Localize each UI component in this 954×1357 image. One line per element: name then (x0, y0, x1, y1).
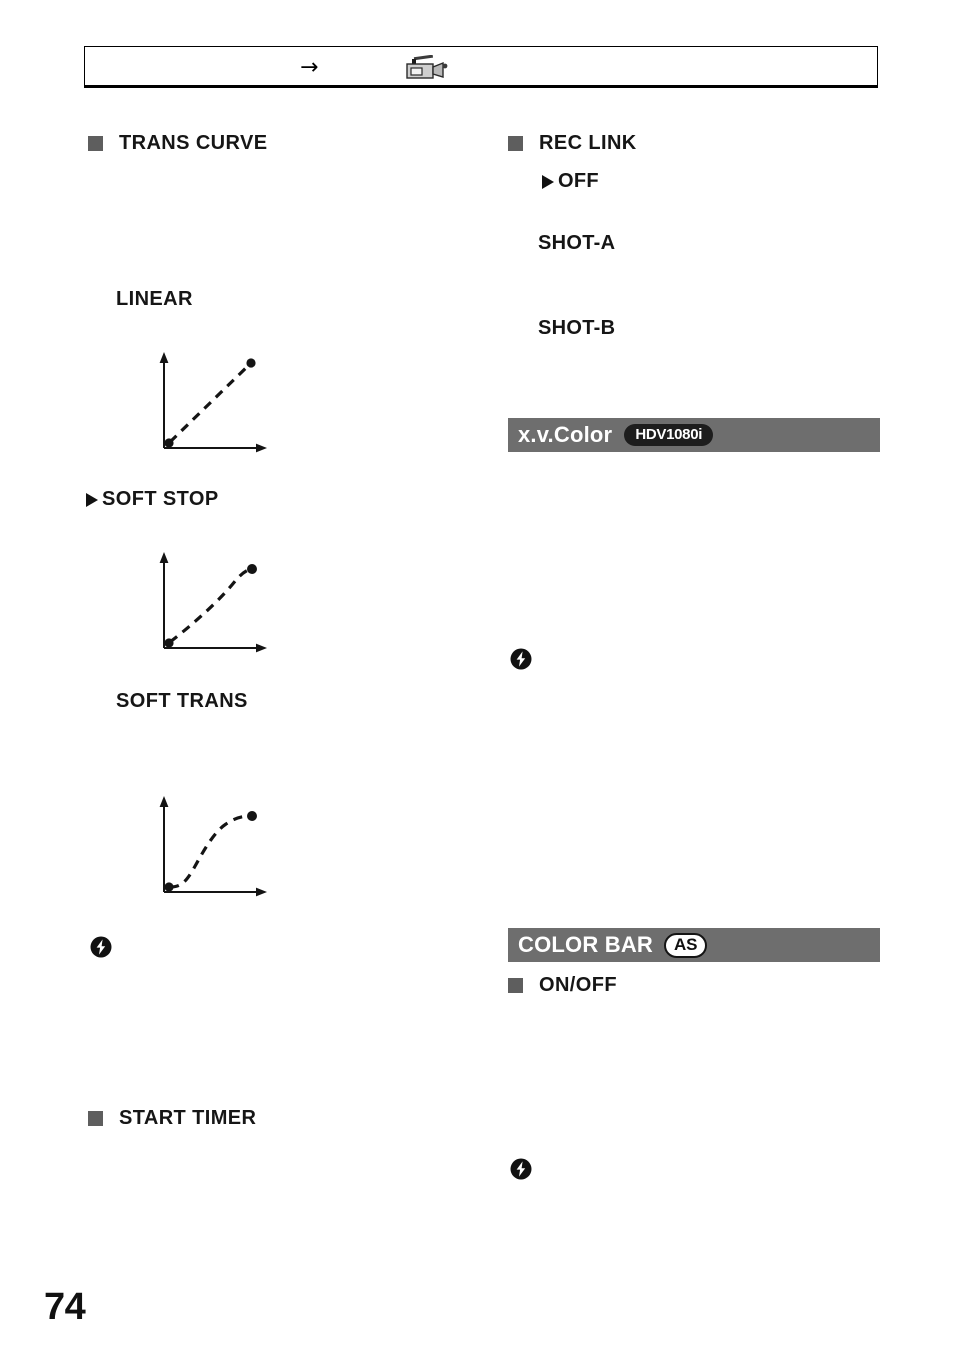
option-rec-link-shot-b[interactable]: SHOT-B (538, 317, 615, 340)
option-label: OFF (558, 170, 599, 192)
option-rec-link-shot-a[interactable]: SHOT-A (538, 232, 615, 255)
banner-title: x.v.Color (518, 422, 613, 447)
hdv1080i-badge: HDV1080i (624, 424, 714, 446)
soft-stop-curve-figure (159, 552, 267, 653)
soft-trans-curve-figure (159, 796, 267, 897)
square-bullet-icon (508, 978, 523, 993)
section-heading-label: TRANS CURVE (119, 132, 268, 154)
lightning-bolt-icon (510, 648, 532, 670)
section-banner-xvcolor: x.v.Color HDV1080i (508, 418, 880, 452)
triangle-marker-icon (86, 492, 98, 507)
page-number: 74 (44, 1286, 86, 1328)
lightning-bolt-icon (90, 936, 112, 958)
option-rec-link-off[interactable]: OFF (542, 170, 599, 193)
option-label: SHOT-A (538, 232, 616, 254)
linear-curve-figure (159, 352, 267, 453)
option-label: ON/OFF (539, 974, 617, 996)
square-bullet-icon (88, 136, 103, 151)
option-label: LINEAR (116, 288, 193, 310)
option-soft-trans[interactable]: SOFT TRANS (116, 690, 248, 713)
option-label: SOFT STOP (102, 488, 219, 510)
square-bullet-icon (508, 136, 523, 151)
section-heading-rec-link: REC LINK (508, 132, 637, 155)
section-heading-trans-curve: TRANS CURVE (88, 132, 268, 155)
option-label: SOFT TRANS (116, 690, 248, 712)
section-heading-start-timer: START TIMER (88, 1107, 256, 1130)
option-soft-stop[interactable]: SOFT STOP (86, 488, 219, 511)
option-label: SHOT-B (538, 317, 616, 339)
section-heading-label: START TIMER (119, 1107, 257, 1129)
lightning-bolt-icon (510, 1158, 532, 1180)
left-column: TRANS CURVE LINEAR SOFT STOP SOFT TRANS (86, 0, 488, 1357)
right-column: REC LINK OFF SHOT-A SHOT-B x.v.Color HDV… (508, 0, 898, 1357)
banner-title: COLOR BAR (518, 932, 654, 957)
option-colorbar-on-off[interactable]: ON/OFF (508, 974, 617, 997)
section-heading-label: REC LINK (539, 132, 637, 154)
option-linear[interactable]: LINEAR (116, 288, 193, 311)
square-bullet-icon (88, 1111, 103, 1126)
triangle-marker-icon (542, 174, 554, 189)
section-banner-colorbar: COLOR BAR AS (508, 928, 880, 962)
as-badge: AS (664, 932, 708, 958)
